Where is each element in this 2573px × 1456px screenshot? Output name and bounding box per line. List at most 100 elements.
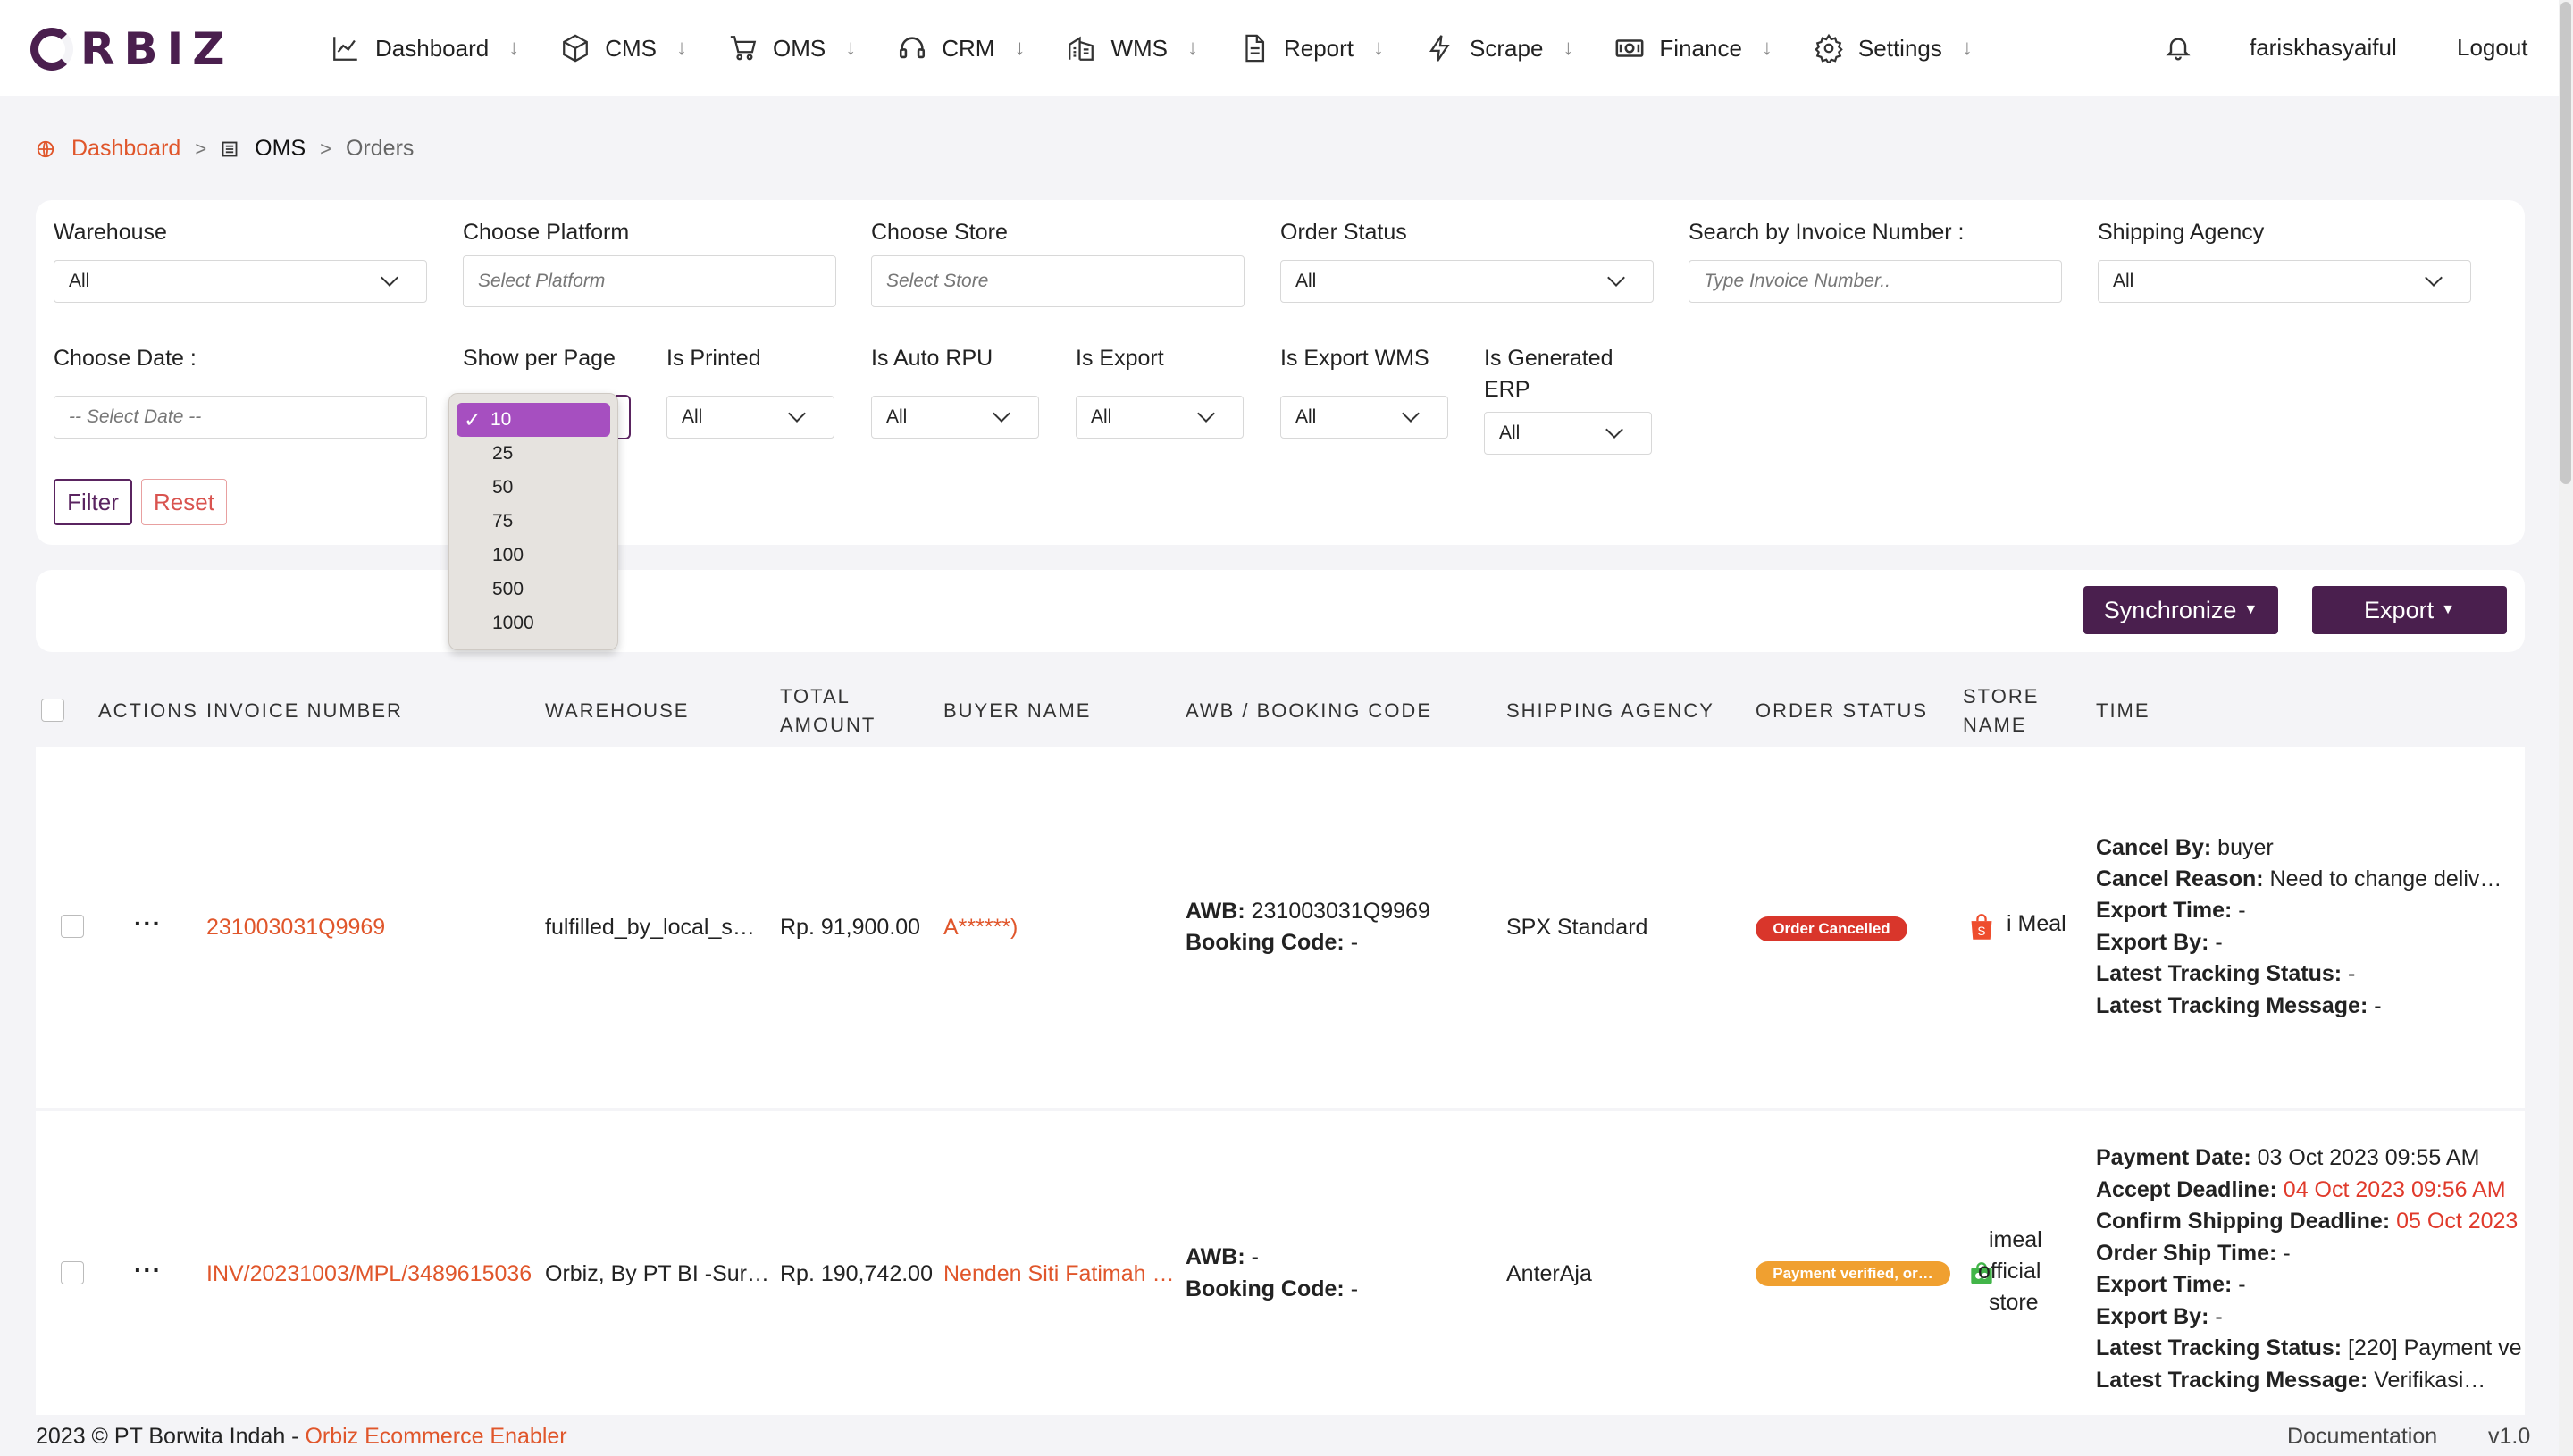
nav-oms[interactable]: OMS ↓ [728, 33, 856, 63]
th-awb-booking[interactable]: AWB / BOOKING CODE [1186, 697, 1432, 725]
nav-cms[interactable]: CMS ↓ [560, 33, 687, 63]
time-key: Cancel Reason: [2096, 866, 2264, 891]
row-checkbox[interactable] [61, 1261, 84, 1284]
select-placeholder: Select Platform [478, 271, 606, 291]
invoice-search-input[interactable]: Type Invoice Number.. [1689, 260, 2062, 303]
row-actions-menu[interactable]: ··· [134, 909, 162, 938]
is-export-wms-select[interactable]: All [1280, 396, 1448, 439]
input-placeholder: Type Invoice Number.. [1704, 271, 1890, 291]
platform-select[interactable]: Select Platform [463, 255, 836, 307]
time-value: 04 Oct 2023 09:56 AM [2283, 1177, 2506, 1202]
select-value: All [682, 406, 703, 427]
select-all-checkbox[interactable] [41, 699, 64, 722]
row-actions-menu[interactable]: ··· [134, 1256, 162, 1284]
per-page-option[interactable]: 25 [449, 437, 617, 471]
th-store-name[interactable]: STORE [1963, 682, 2039, 711]
is-printed-select[interactable]: All [666, 396, 834, 439]
reset-button[interactable]: Reset [141, 479, 227, 525]
company-link[interactable]: Orbiz Ecommerce Enabler [305, 1424, 566, 1449]
order-status-label: Order Status [1280, 220, 1407, 245]
buyer-name-link[interactable]: A******) [943, 915, 1018, 941]
option-label: 10 [490, 409, 512, 430]
filter-button[interactable]: Filter [54, 479, 132, 525]
breadcrumb-dashboard[interactable]: Dashboard [71, 136, 180, 162]
button-label: Synchronize [2103, 596, 2237, 623]
time-value: buyer [2217, 835, 2274, 860]
breadcrumb-separator: > [320, 137, 331, 160]
per-page-option[interactable]: 1000 [449, 607, 617, 640]
footer-copyright: 2023 © PT Borwita Indah - Orbiz Ecommerc… [36, 1424, 567, 1450]
platform-label: Choose Platform [463, 220, 630, 245]
time-value: 03 Oct 2023 09:55 AM [2257, 1145, 2480, 1170]
th-order-status[interactable]: ORDER STATUS [1756, 697, 1928, 725]
th-actions: ACTIONS [98, 699, 198, 722]
shipping-agency-select[interactable]: All [2098, 260, 2471, 303]
total-amount-cell: Rp. 190,742.00 [780, 1261, 933, 1286]
user-menu[interactable]: fariskhasyaiful [2250, 34, 2397, 62]
nav-dashboard[interactable]: Dashboard ↓ [331, 33, 519, 63]
time-value: - [2374, 993, 2382, 1018]
nav-wms[interactable]: WMS ↓ [1066, 33, 1198, 63]
date-picker-input[interactable]: -- Select Date -- [54, 396, 427, 439]
is-auto-rpu-select[interactable]: All [871, 396, 1039, 439]
order-status-select[interactable]: All [1280, 260, 1654, 303]
time-value: Need to change deliv… [2269, 866, 2502, 891]
arrow-down-icon: ↓ [1373, 36, 1385, 60]
box-icon [563, 34, 589, 63]
per-page-option[interactable]: ✓ 10 [457, 403, 610, 437]
chevron-down-icon [1402, 405, 1420, 423]
breadcrumb-oms[interactable]: OMS [255, 136, 306, 162]
time-value: [220] Payment ve [2348, 1335, 2522, 1360]
row-checkbox[interactable] [61, 915, 84, 938]
select-value: All [886, 406, 908, 427]
th-invoice-number[interactable]: INVOICE NUMBER [206, 697, 403, 725]
time-value: - [2238, 1272, 2246, 1297]
is-generated-erp-select[interactable]: All [1484, 412, 1652, 455]
time-value: 05 Oct 2023 [2396, 1209, 2519, 1234]
export-button[interactable]: Export ▼ [2312, 586, 2507, 634]
chevron-down-icon [381, 269, 398, 287]
per-page-option[interactable]: 100 [449, 539, 617, 573]
nav-crm[interactable]: CRM ↓ [897, 33, 1025, 63]
per-page-option[interactable]: 50 [449, 471, 617, 505]
th-total-amount[interactable]: TOTAL [780, 682, 851, 711]
time-key: Order Ship Time: [2096, 1241, 2277, 1266]
buyer-name-link[interactable]: Nenden Siti Fatimah … [943, 1261, 1174, 1287]
nav-finance[interactable]: Finance ↓ [1614, 33, 1773, 63]
store-select[interactable]: Select Store [871, 255, 1245, 307]
arrow-down-icon: ↓ [508, 36, 520, 60]
filter-panel [36, 200, 2525, 545]
store-name-cell: i Meal [2007, 911, 2066, 936]
awb-cell: AWB: 231003031Q9969 [1186, 896, 1430, 928]
per-page-select[interactable] [616, 395, 631, 439]
per-page-option[interactable]: 75 [449, 505, 617, 539]
th-buyer-name[interactable]: BUYER NAME [943, 697, 1091, 725]
th-warehouse[interactable]: WAREHOUSE [545, 697, 689, 725]
nav-label: Report [1283, 34, 1354, 62]
logo-text: RBIZ [80, 23, 234, 75]
invoice-link[interactable]: INV/20231003/MPL/3489615036 [206, 1261, 532, 1287]
gear-icon [1815, 33, 1843, 63]
per-page-option[interactable]: 500 [449, 573, 617, 607]
is-export-select[interactable]: All [1076, 396, 1244, 439]
orbiz-logo[interactable]: RBIZ [30, 23, 233, 75]
scrollbar-thumb[interactable] [2560, 2, 2571, 484]
th-shipping-agency[interactable]: SHIPPING AGENCY [1506, 697, 1714, 725]
synchronize-button[interactable]: Synchronize ▼ [2083, 586, 2278, 634]
invoice-link[interactable]: 231003031Q9969 [206, 915, 385, 941]
nav-report[interactable]: Report ↓ [1239, 33, 1384, 63]
logout-link[interactable]: Logout [2457, 34, 2528, 62]
chevron-down-icon [1605, 421, 1623, 439]
time-value: - [2238, 898, 2246, 923]
arrow-down-icon: ↓ [1961, 36, 1973, 60]
documentation-link[interactable]: Documentation [2287, 1424, 2437, 1450]
awb-cell: AWB: - [1186, 1242, 1259, 1274]
store-name-line: imeal [1989, 1227, 2042, 1252]
warehouse-select[interactable]: All [54, 260, 427, 303]
nav-settings[interactable]: Settings ↓ [1814, 33, 1973, 63]
bell-icon[interactable] [2164, 32, 2192, 63]
nav-scrape[interactable]: Scrape ↓ [1425, 33, 1573, 63]
awb-value: - [1251, 1244, 1259, 1269]
th-time[interactable]: TIME [2096, 697, 2150, 725]
time-key: Cancel By: [2096, 835, 2212, 860]
